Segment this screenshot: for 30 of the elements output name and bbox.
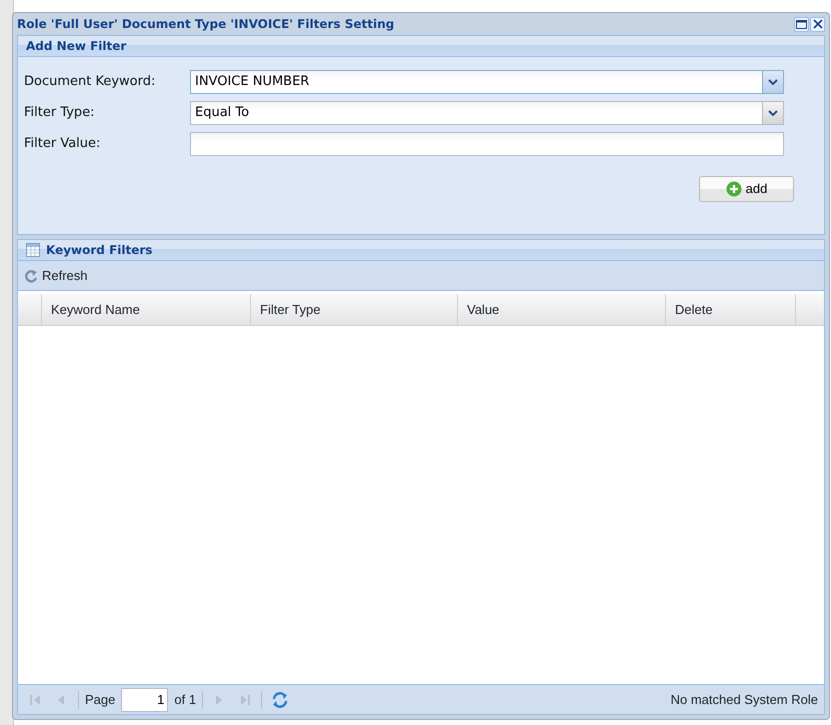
column-header[interactable]: Delete: [666, 294, 796, 325]
column-header[interactable]: Filter Type: [251, 294, 458, 325]
combo-field[interactable]: INVOICE NUMBER: [190, 70, 763, 94]
field-label: Filter Type:: [24, 104, 96, 122]
add-button[interactable]: add: [699, 176, 794, 202]
skip-icon: [238, 692, 252, 706]
refresh-icon: [24, 268, 38, 282]
dropdown-button[interactable]: [763, 101, 784, 125]
caret-icon: [768, 110, 778, 116]
combo-field[interactable]: Equal To: [190, 101, 763, 125]
input-field[interactable]: [190, 132, 784, 156]
field-label: Document Keyword:: [24, 73, 156, 92]
page-count: of 1: [174, 690, 196, 709]
window-title: Role 'Full User' Document Type 'INVOICE' Filters Setting: [17, 16, 394, 33]
skip-icon: [29, 692, 43, 706]
caret-icon: [768, 79, 778, 85]
plus-icon: [726, 181, 742, 197]
panel-header: Add New Filter: [17, 35, 825, 57]
dropdown-button[interactable]: [763, 70, 784, 94]
table-icon: [26, 243, 40, 257]
page-label: Page: [85, 690, 116, 709]
status-text: No matched System Role: [670, 690, 818, 709]
column-header[interactable]: Value: [458, 294, 666, 325]
panel-title: Keyword Filters: [46, 242, 152, 259]
refresh-button[interactable]: Refresh: [24, 266, 88, 286]
close-button[interactable]: [810, 16, 825, 32]
page-input[interactable]: 1: [121, 688, 168, 712]
field-label: Filter Value:: [24, 135, 102, 154]
maximize-button[interactable]: [794, 16, 809, 32]
column-header[interactable]: Keyword Name: [42, 294, 251, 325]
